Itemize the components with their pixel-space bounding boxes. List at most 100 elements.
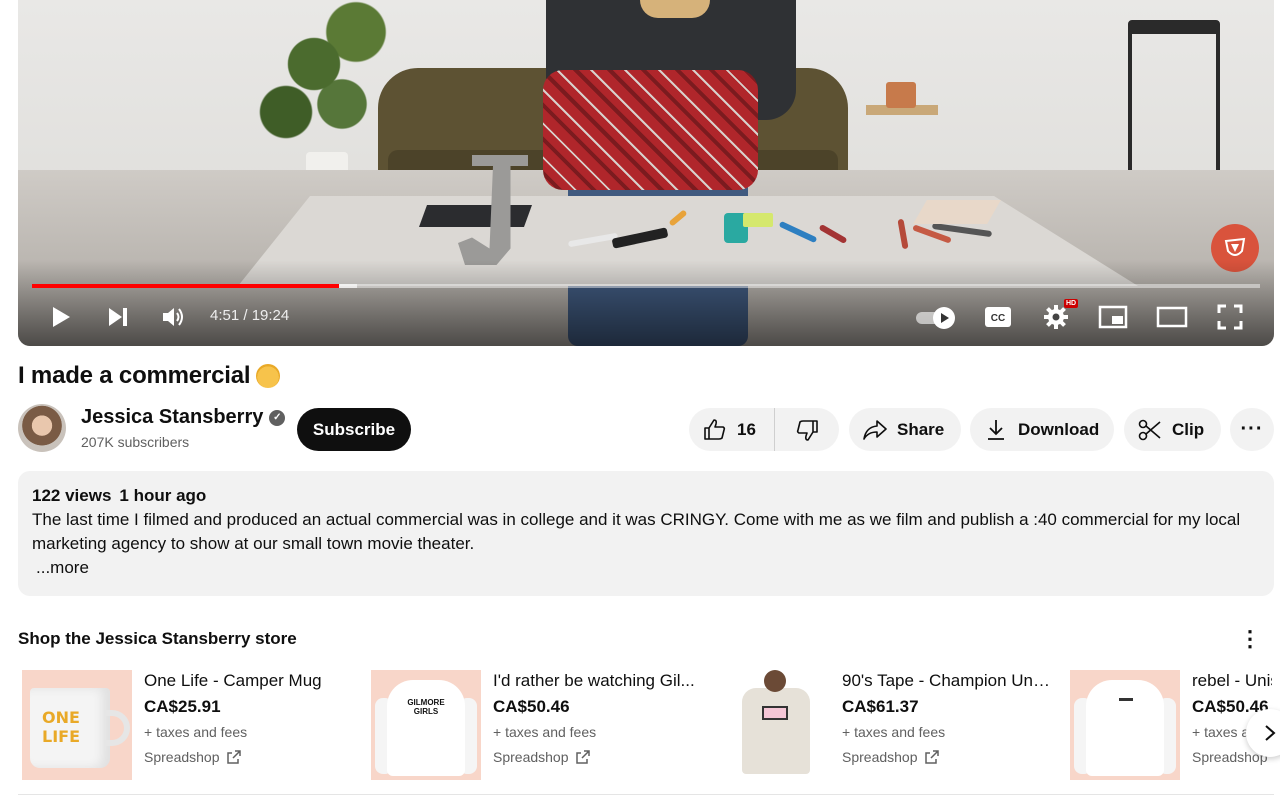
sweatshirt-print xyxy=(1119,698,1133,701)
svg-text:CC: CC xyxy=(991,313,1005,324)
clip-button[interactable]: Clip xyxy=(1124,408,1221,451)
more-actions-button[interactable]: ··· xyxy=(1230,408,1274,451)
autoplay-toggle-icon xyxy=(916,307,955,329)
product-price: CA$25.91 xyxy=(144,697,221,716)
like-button[interactable]: 16 xyxy=(689,408,775,451)
scissors-icon xyxy=(1138,418,1162,442)
sweatshirt-image xyxy=(1086,680,1164,776)
like-dislike-group: 16 xyxy=(689,408,839,451)
video-book xyxy=(418,205,533,227)
download-button[interactable]: Download xyxy=(970,408,1114,451)
product-fees: + taxes and fees xyxy=(144,724,248,740)
channel-info: Jessica Stansberry ✓ 207K subscribers xyxy=(18,404,286,452)
captions-icon: CC xyxy=(985,307,1011,327)
external-link-icon xyxy=(226,750,241,764)
more-horizontal-icon: ··· xyxy=(1240,418,1264,440)
mug-logo: ONE LIFE xyxy=(42,708,81,746)
store-menu-icon[interactable]: ⋮ xyxy=(1239,626,1261,651)
product-thumbnail[interactable]: ONE LIFE xyxy=(22,670,132,780)
product-price: CA$61.37 xyxy=(842,697,919,716)
like-count: 16 xyxy=(737,419,756,439)
progress-played xyxy=(32,284,339,288)
product-card[interactable]: ONE LIFE One Life - Camper Mug CA$25.91 … xyxy=(22,670,354,780)
share-icon xyxy=(863,419,887,441)
description-meta: 122 views 1 hour ago xyxy=(32,484,1260,508)
hd-badge: HD xyxy=(1064,299,1079,308)
video-markers xyxy=(567,209,993,255)
fullscreen-button[interactable] xyxy=(1216,304,1244,330)
product-name[interactable]: rebel - Unis xyxy=(1192,671,1272,691)
clip-label: Clip xyxy=(1172,419,1205,439)
product-thumbnail[interactable] xyxy=(720,670,830,780)
store-product-shelf: ONE LIFE One Life - Camper Mug CA$25.91 … xyxy=(22,670,1280,780)
play-button[interactable] xyxy=(48,304,74,330)
product-shop-link[interactable]: Spreadshop xyxy=(144,749,354,765)
download-label: Download xyxy=(1018,419,1100,439)
exploding-head-emoji-icon xyxy=(256,364,281,388)
video-papers xyxy=(913,200,1001,224)
video-title-text: I made a commercial xyxy=(18,362,251,389)
video-plant xyxy=(258,0,398,160)
miniplayer-icon xyxy=(1098,305,1128,329)
video-player[interactable]: 4:51 / 19:24 CC HD xyxy=(18,0,1274,346)
next-button[interactable] xyxy=(105,304,131,330)
channel-name-row[interactable]: Jessica Stansberry ✓ xyxy=(81,406,286,429)
captions-button[interactable]: CC xyxy=(984,305,1012,329)
product-shop-link[interactable]: Spreadshop xyxy=(493,749,703,765)
time-display: 4:51 / 19:24 xyxy=(210,307,290,324)
theater-icon xyxy=(1156,306,1188,328)
upload-age: 1 hour ago xyxy=(119,486,207,505)
dislike-button[interactable] xyxy=(775,418,839,442)
external-link-icon xyxy=(924,750,939,764)
channel-avatar[interactable] xyxy=(18,404,66,452)
product-name[interactable]: I'd rather be watching Gil... xyxy=(493,671,703,691)
product-thumbnail[interactable] xyxy=(1070,670,1180,780)
description-box[interactable]: 122 views 1 hour ago The last time I film… xyxy=(18,471,1274,596)
next-icon xyxy=(109,308,127,326)
subscriber-count: 207K subscribers xyxy=(81,434,190,450)
product-thumbnail[interactable]: GILMORE GIRLS xyxy=(371,670,481,780)
store-section-title: Shop the Jessica Stansberry store xyxy=(18,629,297,648)
share-button[interactable]: Share xyxy=(849,408,961,451)
thumbs-down-icon xyxy=(795,418,819,442)
product-fees: + taxes and fees xyxy=(493,724,597,740)
theater-mode-button[interactable] xyxy=(1156,305,1188,329)
description-more-link[interactable]: ...more xyxy=(36,556,1260,580)
view-count: 122 views xyxy=(32,486,112,505)
description-text: The last time I filmed and produced an a… xyxy=(32,510,1241,553)
progress-bar[interactable] xyxy=(32,284,1260,288)
video-title: I made a commercial xyxy=(18,362,281,390)
miniplayer-button[interactable] xyxy=(1098,304,1128,330)
model-head xyxy=(764,670,786,692)
sweatshirt-image xyxy=(387,680,465,776)
chevron-right-icon xyxy=(1265,725,1276,741)
product-name[interactable]: One Life - Camper Mug xyxy=(144,671,354,691)
product-name[interactable]: 90's Tape - Champion Unis... xyxy=(842,671,1052,691)
share-label: Share xyxy=(897,419,945,439)
cassette-print xyxy=(762,706,788,720)
thumbs-up-icon xyxy=(703,418,727,442)
channel-name[interactable]: Jessica Stansberry xyxy=(81,406,263,429)
play-icon xyxy=(53,307,70,327)
product-shop-name: Spreadshop xyxy=(493,749,569,765)
fullscreen-icon xyxy=(1217,304,1243,330)
video-pot xyxy=(886,82,916,108)
product-shop-link[interactable]: Spreadshop xyxy=(842,749,1052,765)
product-card[interactable]: GILMORE GIRLS I'd rather be watching Gil… xyxy=(371,670,703,780)
download-icon xyxy=(986,419,1006,441)
product-shop-name: Spreadshop xyxy=(842,749,918,765)
model-sweatshirt-image xyxy=(742,688,810,774)
autoplay-toggle[interactable] xyxy=(914,304,958,330)
subscribe-button[interactable]: Subscribe xyxy=(297,408,411,451)
video-person-hair xyxy=(640,0,710,18)
product-card[interactable]: rebel - Unis CA$50.46 + taxes a Spreadsh… xyxy=(1070,670,1272,780)
product-fees: + taxes and fees xyxy=(842,724,946,740)
sweatshirt-print: GILMORE GIRLS xyxy=(407,698,445,716)
mug-handle xyxy=(104,710,130,746)
product-card[interactable]: 90's Tape - Champion Unis... CA$61.37 + … xyxy=(720,670,1052,780)
verified-badge-icon: ✓ xyxy=(269,409,286,426)
volume-icon xyxy=(163,308,183,326)
volume-button[interactable] xyxy=(160,303,188,331)
product-price: CA$50.46 xyxy=(493,697,570,716)
product-shop-name: Spreadshop xyxy=(144,749,220,765)
